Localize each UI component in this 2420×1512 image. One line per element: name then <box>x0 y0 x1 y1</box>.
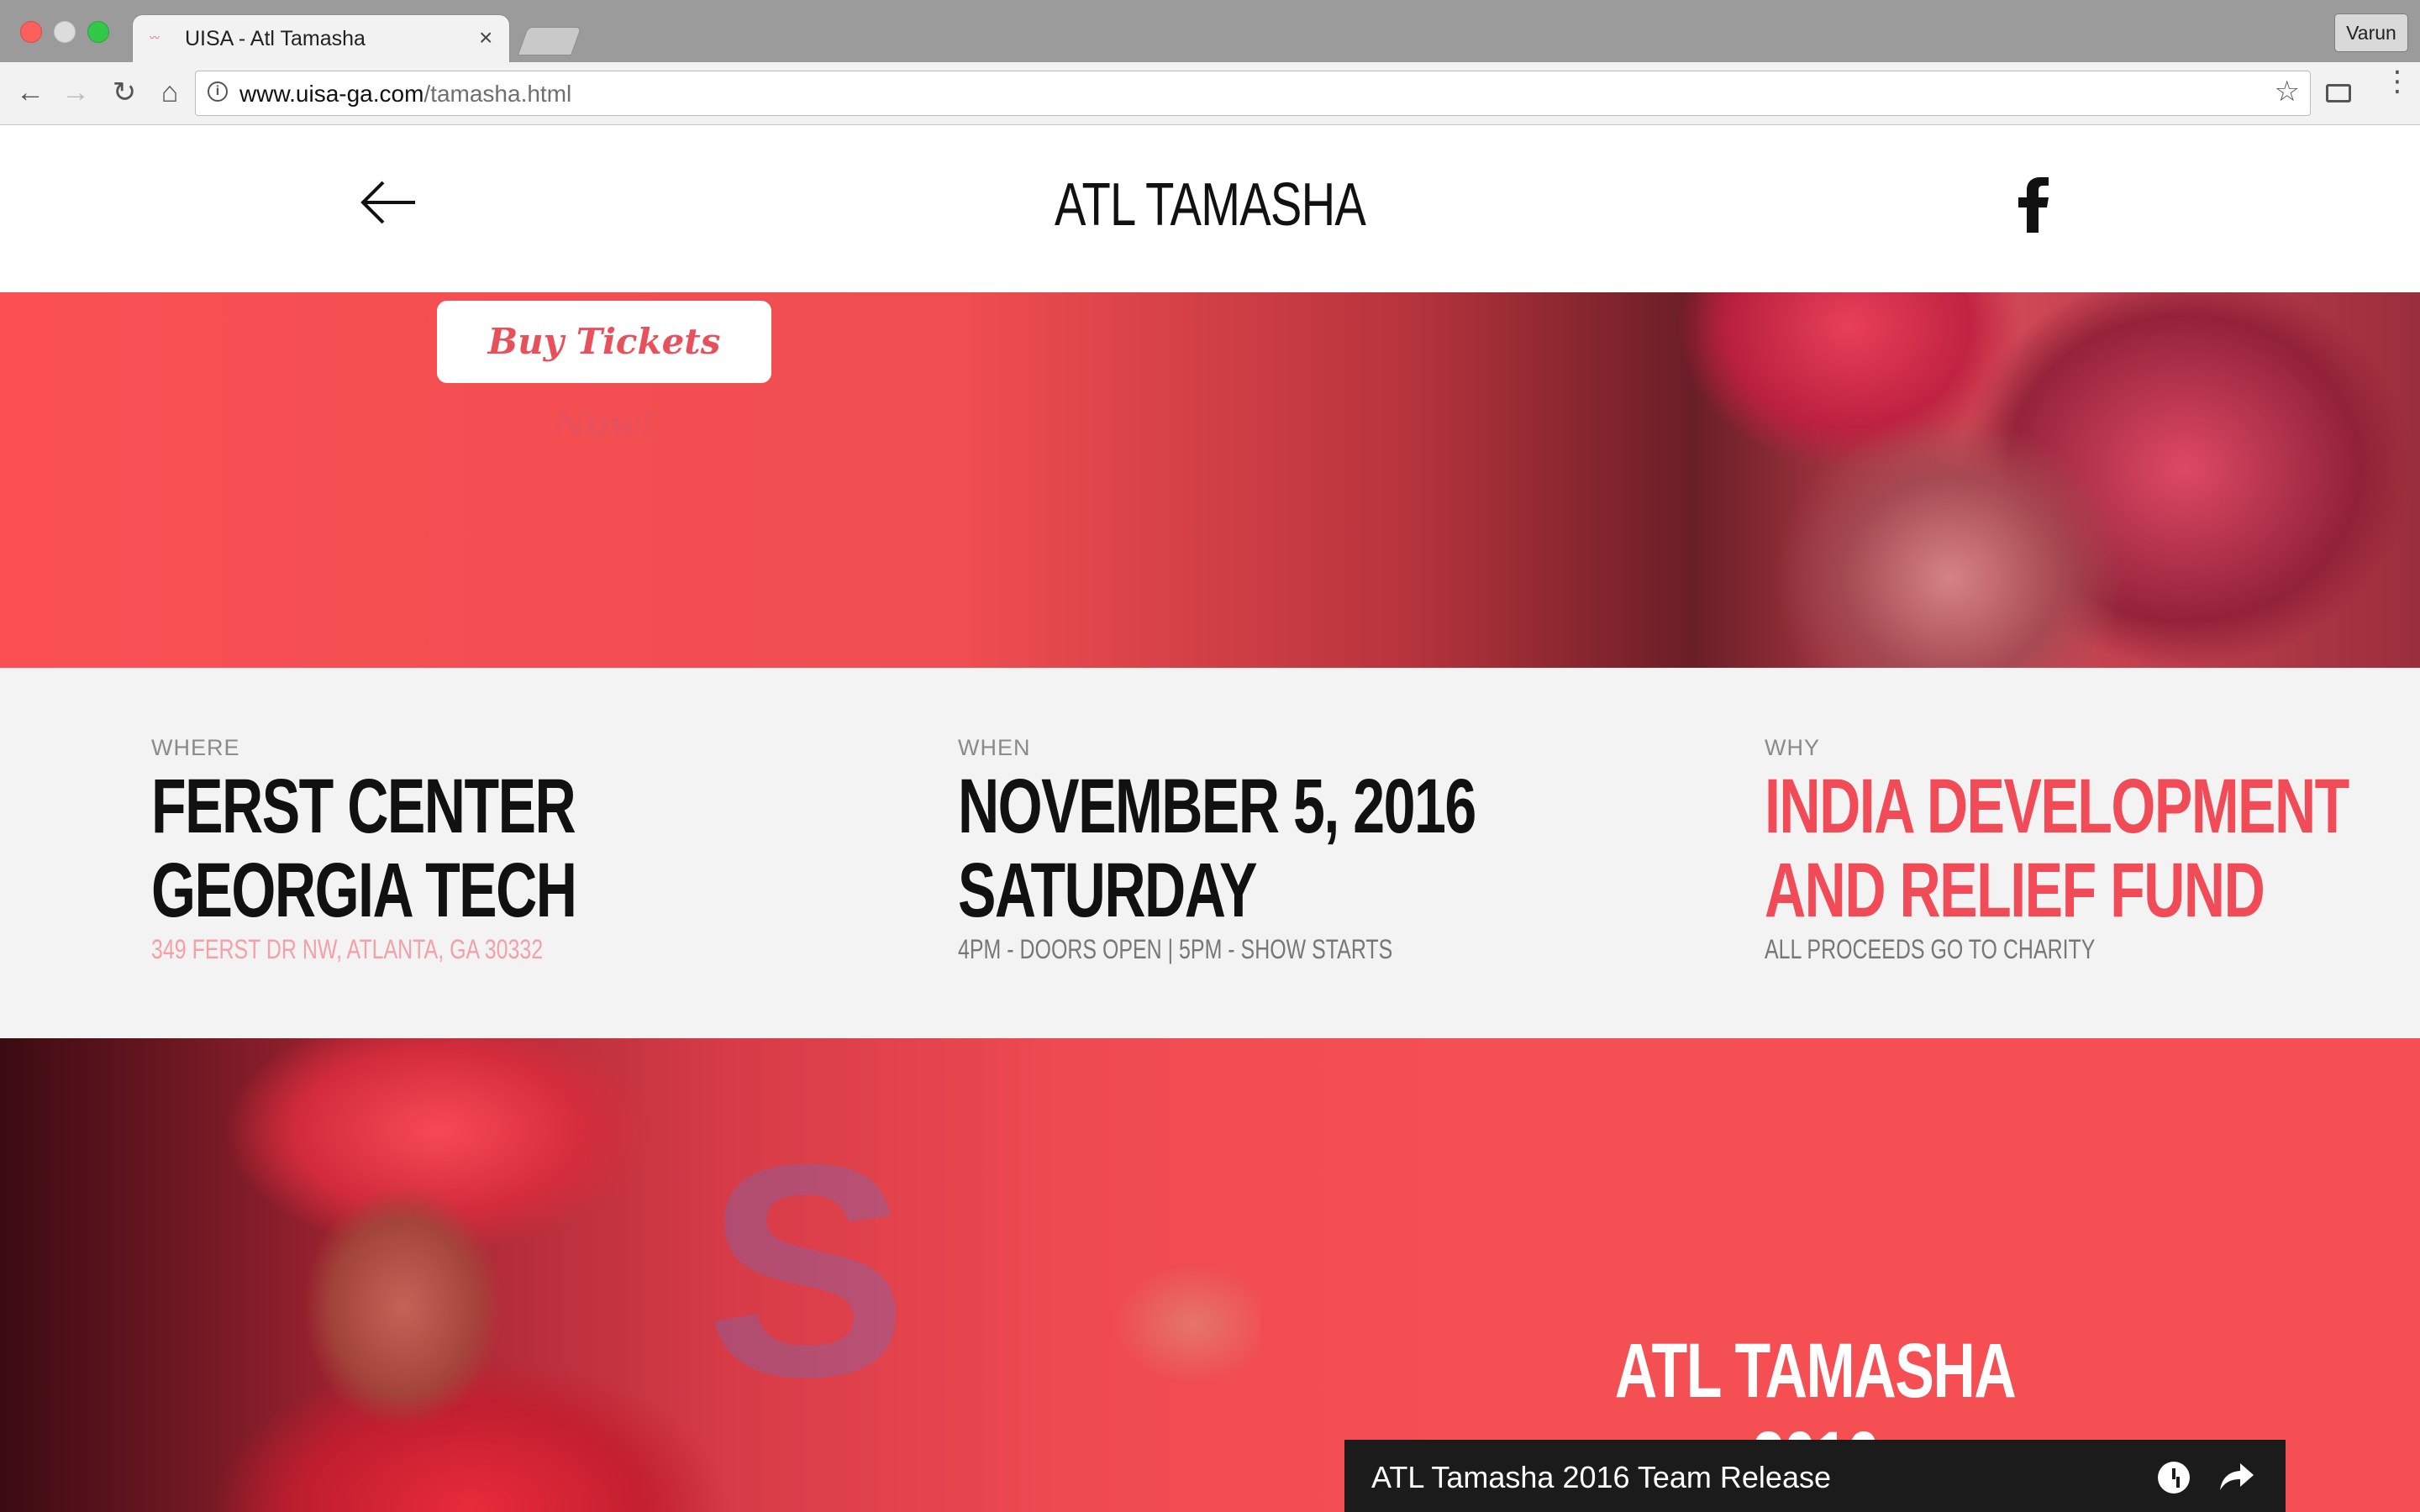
back-nav-icon[interactable]: ← <box>12 74 49 111</box>
cast-icon[interactable] <box>2326 84 2351 102</box>
facebook-icon[interactable] <box>2017 177 2050 233</box>
where-column: WHERE FERST CENTER GEORGIA TECH 349 FERS… <box>151 735 823 965</box>
share-icon[interactable] <box>2218 1458 2255 1495</box>
venue-campus: GEORGIA TECH <box>151 848 577 933</box>
url-text[interactable]: www.uisa-ga.com/tamasha.html <box>239 81 571 108</box>
background-letter-decoration: S <box>706 1102 908 1440</box>
buy-tickets-button[interactable]: Buy Tickets Now! <box>437 301 771 444</box>
when-column: WHEN NOVEMBER 5, 2016 SATURDAY 4PM - DOO… <box>958 735 1630 965</box>
home-icon[interactable]: ⌂ <box>151 74 188 111</box>
page-title: ATL TAMASHA <box>1054 171 1366 239</box>
hero-banner: Buy Tickets Now! <box>0 292 2420 668</box>
hero-dancer-image <box>1597 292 2420 668</box>
close-window-button[interactable] <box>20 21 42 43</box>
profile-button[interactable]: Varun <box>2334 13 2408 52</box>
browser-menu-icon[interactable]: ⋮ <box>2383 67 2412 96</box>
when-label: WHEN <box>958 735 1031 760</box>
browser-toolbar: ← → ↻ ⌂ i www.uisa-ga.com/tamasha.html ☆… <box>0 62 2420 125</box>
bookmark-star-icon[interactable]: ☆ <box>2275 75 2300 108</box>
site-info-icon[interactable]: i <box>208 81 228 102</box>
charity-note: ALL PROCEEDS GO TO CHARITY <box>1765 934 2096 964</box>
bhangra-dancer-image <box>0 1038 1260 1512</box>
where-label: WHERE <box>151 735 240 760</box>
site-header: ATL TAMASHA <box>0 125 2420 292</box>
site-favicon-icon: 〰 <box>150 32 160 44</box>
venue-address: 349 FERST DR NW, ATLANTA, GA 30332 <box>151 934 544 964</box>
charity-name-line2: AND RELIEF FUND <box>1765 848 2265 933</box>
url-path: /tamasha.html <box>424 81 572 107</box>
watch-later-icon[interactable] <box>2158 1462 2190 1494</box>
back-arrow-icon[interactable] <box>360 177 417 228</box>
event-day: SATURDAY <box>958 848 1258 933</box>
event-date: NOVEMBER 5, 2016 <box>958 764 1476 849</box>
why-label: WHY <box>1765 735 1820 760</box>
venue-name: FERST CENTER <box>151 764 576 849</box>
video-title[interactable]: ATL Tamasha 2016 Team Release <box>1371 1460 1831 1495</box>
url-domain: www.uisa-ga.com <box>239 81 424 107</box>
event-times: 4PM - DOORS OPEN | 5PM - SHOW STARTS <box>958 934 1393 964</box>
minimize-window-button[interactable] <box>54 21 76 43</box>
forward-nav-icon[interactable]: → <box>57 74 94 111</box>
tab-title: UISA - Atl Tamasha <box>185 27 366 50</box>
browser-tab-active[interactable]: 〰 UISA - Atl Tamasha × <box>133 15 509 62</box>
charity-name-line1: INDIA DEVELOPMENT <box>1765 764 2349 849</box>
tab-close-icon[interactable]: × <box>479 24 492 51</box>
video-section: S ATL TAMASHA 2016 ATL Tamasha 2016 Team… <box>0 1038 2420 1512</box>
event-info-section: WHERE FERST CENTER GEORGIA TECH 349 FERS… <box>0 668 2420 1038</box>
why-column: WHY INDIA DEVELOPMENT AND RELIEF FUND AL… <box>1765 735 2420 965</box>
youtube-video-embed[interactable]: ATL Tamasha 2016 Team Release <box>1344 1440 2286 1512</box>
new-tab-button[interactable] <box>517 27 582 55</box>
zoom-window-button[interactable] <box>87 21 109 43</box>
reload-icon[interactable]: ↻ <box>106 74 143 111</box>
browser-tabstrip: 〰 UISA - Atl Tamasha × Varun <box>0 0 2420 62</box>
address-bar[interactable]: i www.uisa-ga.com/tamasha.html ☆ <box>195 71 2311 116</box>
